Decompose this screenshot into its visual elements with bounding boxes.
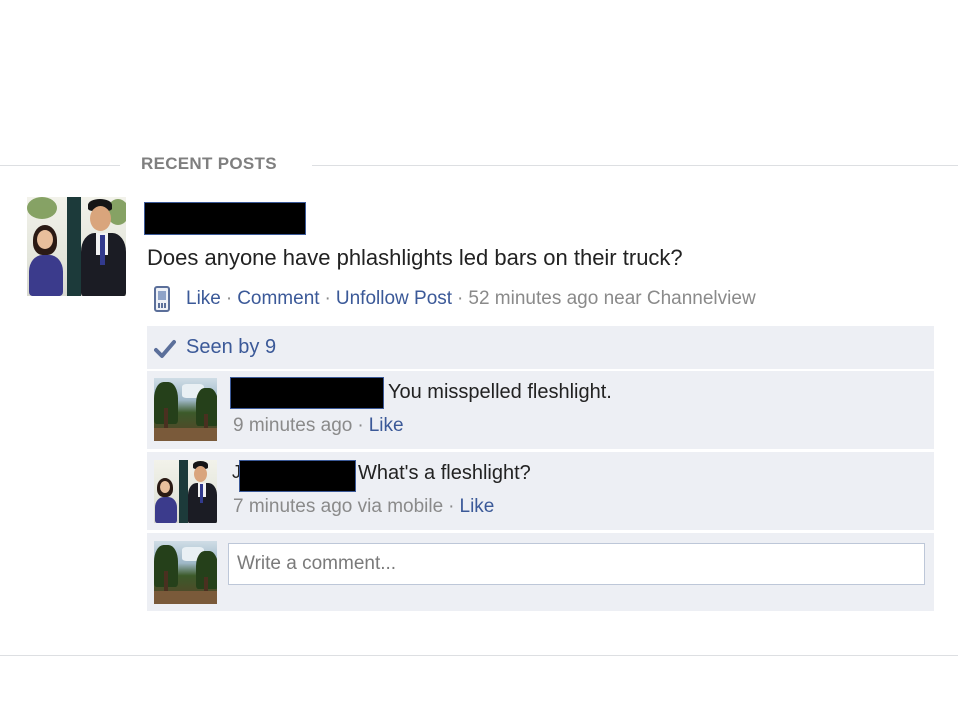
comment-like-link[interactable]: Like bbox=[460, 496, 495, 517]
redacted-commenter-name bbox=[230, 377, 384, 409]
comment-like-link[interactable]: Like bbox=[369, 415, 404, 436]
comment-text: You misspelled fleshlight. bbox=[388, 381, 612, 403]
section-title: RECENT POSTS bbox=[141, 154, 277, 173]
post-author-avatar[interactable] bbox=[27, 197, 126, 296]
unfollow-post-link[interactable]: Unfollow Post bbox=[336, 288, 452, 309]
comment-text: What's a fleshlight? bbox=[358, 462, 531, 484]
post-meta-row: Like · Comment · Unfollow Post · 52 minutes ag… bbox=[186, 288, 756, 310]
section-divider-left bbox=[0, 165, 120, 166]
separator: · bbox=[448, 496, 455, 517]
separator: · bbox=[324, 288, 331, 309]
comment-timestamp[interactable]: 9 minutes ago bbox=[233, 415, 352, 436]
seen-by-label[interactable]: Seen by 9 bbox=[186, 336, 276, 359]
comment-timestamp[interactable]: 7 minutes ago via mobile bbox=[233, 496, 443, 517]
post-text: Does anyone have phlashlights led bars o… bbox=[147, 245, 683, 270]
mobile-phone-icon bbox=[154, 286, 170, 312]
separator: · bbox=[457, 288, 464, 309]
commenter-avatar[interactable] bbox=[154, 460, 217, 523]
comment-meta: 7 minutes ago via mobile · Like bbox=[233, 496, 494, 518]
redacted-author-name bbox=[144, 202, 306, 235]
comment-link[interactable]: Comment bbox=[237, 288, 319, 309]
redacted-commenter-name bbox=[239, 460, 356, 492]
write-comment-input[interactable] bbox=[228, 543, 925, 585]
separator: · bbox=[225, 288, 233, 309]
commenter-avatar[interactable] bbox=[154, 378, 217, 441]
section-divider-right bbox=[312, 165, 958, 166]
like-link[interactable]: Like bbox=[186, 288, 221, 309]
post-timestamp[interactable]: 52 minutes ago near Channelview bbox=[468, 288, 755, 309]
current-user-avatar bbox=[154, 541, 217, 604]
checkmark-icon bbox=[154, 340, 176, 358]
bottom-divider bbox=[0, 655, 958, 656]
separator: · bbox=[357, 415, 364, 436]
comment-meta: 9 minutes ago · Like bbox=[233, 415, 404, 437]
